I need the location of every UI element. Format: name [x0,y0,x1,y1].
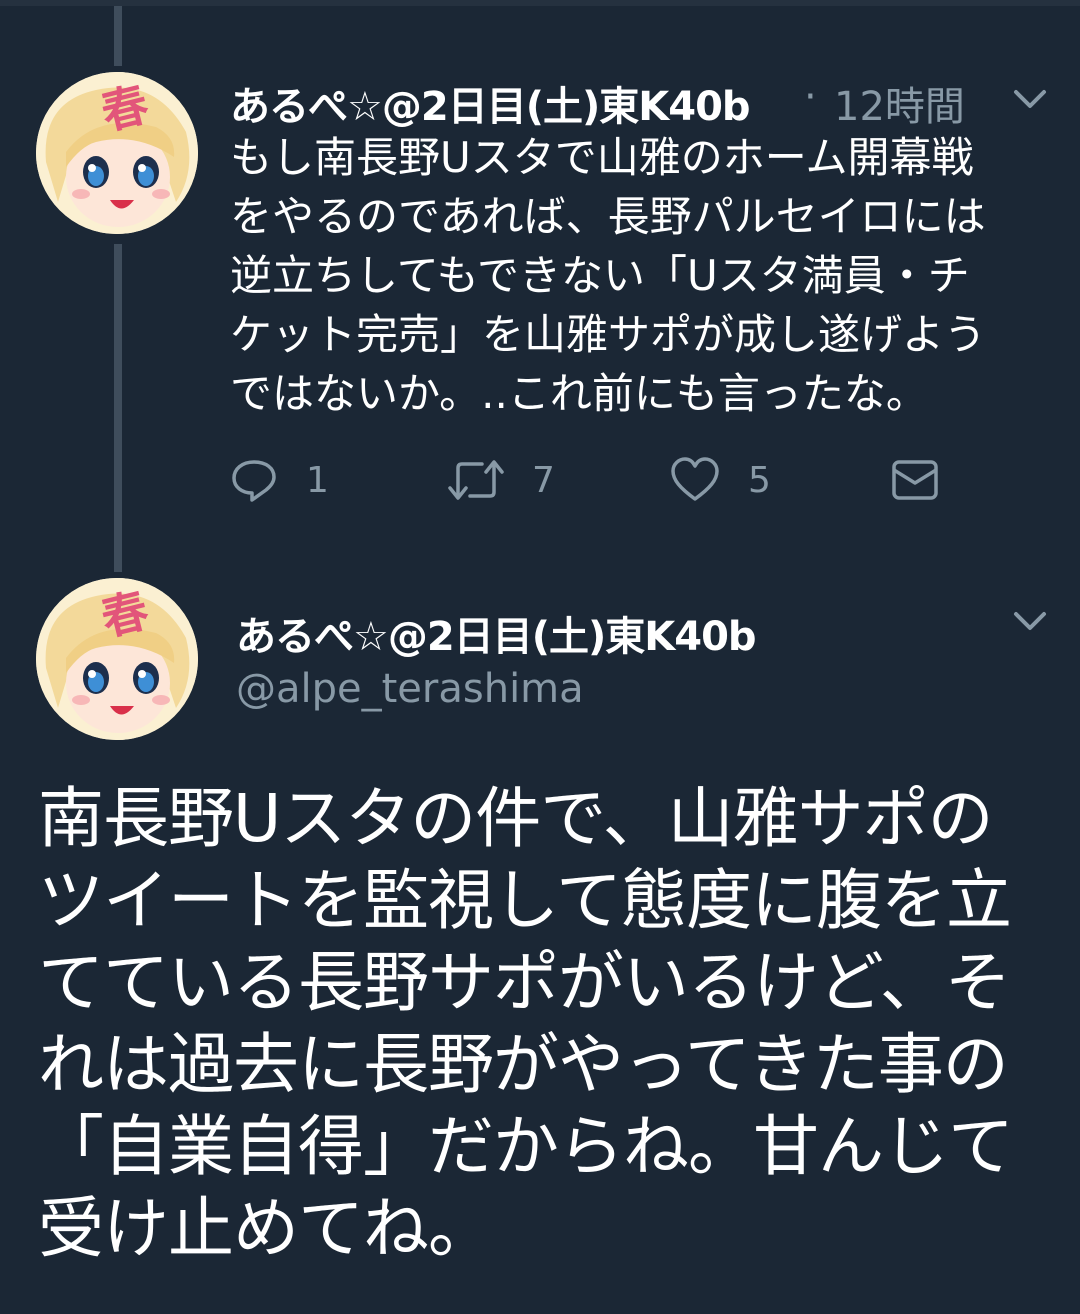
reply-icon [232,460,276,502]
reply-count: 1 [306,459,329,501]
heart-icon [671,457,719,501]
retweet-button[interactable]: 7 [448,450,555,510]
author-name[interactable]: あるぺ☆@2日目(土)東K40b [230,74,751,132]
tweet-thread-view: 春 あるぺ☆@2日目(土)東K40b · 12時間 もし南長野Uスタで山雅のホー… [0,0,1080,1314]
thread-connector-top [114,6,122,66]
avatar[interactable]: 春 [36,72,198,234]
thread-connector-bottom [114,244,122,572]
tweet-timestamp[interactable]: 12時間 [834,74,965,132]
avatar[interactable]: 春 [36,578,198,740]
retweet-count: 7 [532,459,555,501]
main-tweet-text: 南長野Uスタの件で、山雅サポの ツイートを監視して態度に腹を立 てている長野サポ… [38,780,1014,1267]
like-count: 5 [748,459,771,501]
tweet-text: もし南長野Uスタで山雅のホーム開幕戦 をやるのであれば、長野パルセイロには 逆立… [230,133,987,418]
direct-message-button[interactable] [890,450,940,510]
tweet-actions: 1 7 5 [0,450,1080,520]
chevron-down-icon[interactable] [1010,86,1050,114]
reply-button[interactable]: 1 [230,450,329,510]
anime-girl-avatar-icon: 春 [36,72,198,234]
like-button[interactable]: 5 [670,450,771,510]
envelope-icon [892,460,938,500]
previous-tweet-edge [0,0,1080,6]
retweet-icon [448,460,504,500]
author-handle[interactable]: @alpe_terashima [236,666,584,712]
chevron-down-icon[interactable] [1010,608,1050,636]
author-name[interactable]: あるぺ☆@2日目(土)東K40b [236,604,757,662]
tweet-separator: · [804,74,817,120]
anime-girl-avatar-icon: 春 [36,578,198,740]
